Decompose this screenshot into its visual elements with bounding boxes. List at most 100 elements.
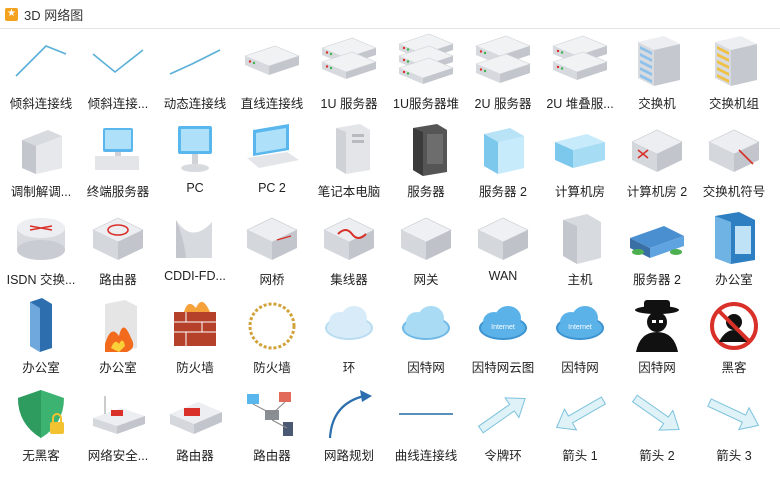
shape-item[interactable]: 计算机房 2	[618, 120, 696, 206]
shape-item[interactable]: 主机	[541, 208, 619, 294]
no-hacker-icon	[710, 302, 758, 350]
shape-item[interactable]: 无黑客	[2, 384, 80, 470]
shape-item[interactable]: 办公室	[695, 208, 773, 294]
shape-item[interactable]: 倾斜连接线	[2, 32, 80, 118]
shape-item-label: 路由器	[176, 449, 214, 463]
shape-item[interactable]: 网络安全...	[79, 384, 157, 470]
shape-item[interactable]: 令牌环	[464, 384, 542, 470]
shape-item-label: 终端服务器	[86, 185, 150, 199]
shape-item[interactable]: 网关	[387, 208, 465, 294]
2u-server-stack-icon	[552, 35, 608, 80]
shape-item-label: 令牌环	[484, 449, 522, 463]
shape-item-label: 集线器	[330, 273, 368, 287]
shape-item[interactable]: 交换机	[618, 32, 696, 118]
arrow-1-icon	[555, 396, 607, 431]
shape-item[interactable]: 办公室	[2, 296, 80, 382]
shape-item[interactable]: 笔记本电脑	[310, 120, 388, 206]
shape-item[interactable]: 箭头 1	[541, 384, 619, 470]
firewall-ring-icon	[248, 302, 296, 350]
shape-item-label: 笔记本电脑	[317, 185, 381, 199]
svg-text:Internet: Internet	[491, 324, 515, 331]
shape-item[interactable]: 计算机房	[541, 120, 619, 206]
shape-item-label: 服务器 2	[479, 185, 527, 199]
shape-item-label: 网桥	[259, 273, 285, 287]
shape-item[interactable]: 服务器 2	[618, 208, 696, 294]
shape-item[interactable]: 网路规划	[310, 384, 388, 470]
shape-item-label: 直线连接线	[240, 97, 304, 111]
shape-item[interactable]: Internet 因特网	[541, 296, 619, 382]
shape-item[interactable]: 曲线连接线	[387, 384, 465, 470]
slanted-connector-2-icon	[92, 49, 144, 74]
shape-item[interactable]: 路由器	[79, 208, 157, 294]
shape-item[interactable]: CDDI-FD...	[156, 208, 234, 294]
shape-item[interactable]: 1U 服务器	[310, 32, 388, 118]
shape-item-label: 倾斜连接线	[9, 97, 73, 111]
shape-item[interactable]: PC	[156, 120, 234, 206]
shape-item-label: 倾斜连接...	[87, 97, 149, 111]
shape-item[interactable]: 1U服务器堆	[387, 32, 465, 118]
shape-item[interactable]: 服务器	[387, 120, 465, 206]
shape-item[interactable]: 集线器	[310, 208, 388, 294]
shape-item[interactable]: ISDN 交换...	[2, 208, 80, 294]
1u-server-stack-icon	[398, 33, 454, 84]
svg-text:Internet: Internet	[568, 324, 592, 331]
wan-icon	[477, 217, 529, 260]
terminal-server-icon	[95, 128, 139, 170]
shape-item-label: 黑客	[721, 361, 747, 375]
token-ring-arrow-icon	[477, 397, 526, 434]
internet-cloud-label-icon: Internet	[479, 306, 527, 340]
shape-item[interactable]: 交换机组	[695, 32, 773, 118]
shape-item[interactable]: 网桥	[233, 208, 311, 294]
arrow-2-icon	[631, 394, 680, 431]
shape-item-label: 防火墙	[176, 361, 214, 375]
shape-item[interactable]: WAN	[464, 208, 542, 294]
router-box-icon	[170, 402, 222, 434]
shape-item[interactable]: 2U 堆叠服...	[541, 32, 619, 118]
shape-item[interactable]: 环	[310, 296, 388, 382]
shape-item-label: 箭头 3	[716, 449, 752, 463]
shape-item[interactable]: 倾斜连接...	[79, 32, 157, 118]
shape-item-label: 无黑客	[22, 449, 60, 463]
network-security-icon	[93, 396, 145, 434]
shape-item[interactable]: 因特网	[618, 296, 696, 382]
shape-item[interactable]: 2U 服务器	[464, 32, 542, 118]
shape-item[interactable]: 防火墙	[156, 296, 234, 382]
shape-item[interactable]: 箭头 3	[695, 384, 773, 470]
shape-item[interactable]: 路由器	[233, 384, 311, 470]
server-2-glass-icon	[484, 128, 524, 174]
shape-item[interactable]: 直线连接线	[233, 32, 311, 118]
router-cylinder-icon	[92, 217, 144, 260]
shape-item-label: 环	[342, 361, 356, 375]
shape-item-label: 因特网云图	[471, 361, 535, 375]
shape-item-label: 箭头 1	[562, 449, 598, 463]
library-header[interactable]: ★ 3D 网络图	[0, 0, 780, 29]
dynamic-connector-icon	[169, 49, 221, 75]
shape-item-label: ISDN 交换...	[6, 273, 76, 287]
modem-icon	[22, 130, 62, 174]
shape-item[interactable]: 防火墙	[233, 296, 311, 382]
office-tower-icon	[30, 298, 52, 352]
1u-server-icon	[321, 37, 377, 79]
shape-item[interactable]: PC 2	[233, 120, 311, 206]
shape-item-label: PC	[186, 181, 204, 195]
shape-item[interactable]: Internet 因特网云图	[464, 296, 542, 382]
shape-item[interactable]: 箭头 2	[618, 384, 696, 470]
mainframe-icon	[563, 214, 601, 264]
shape-item[interactable]: 服务器 2	[464, 120, 542, 206]
shape-item[interactable]: 终端服务器	[79, 120, 157, 206]
shape-item[interactable]: 黑客	[695, 296, 773, 382]
curve-connector-icon	[399, 413, 453, 415]
shape-item[interactable]: 动态连接线	[156, 32, 234, 118]
pc-2-icon	[247, 124, 299, 168]
shape-item-label: 1U 服务器	[320, 97, 378, 111]
shape-item[interactable]: 办公室	[79, 296, 157, 382]
shape-item-label: 服务器	[407, 185, 445, 199]
shape-item[interactable]: 因特网	[387, 296, 465, 382]
shape-item[interactable]: 调制解调...	[2, 120, 80, 206]
shape-item[interactable]: 交换机符号	[695, 120, 773, 206]
firewall-icon	[174, 301, 216, 346]
internet-cloud-2-icon: Internet	[556, 306, 604, 340]
hacker-icon	[635, 300, 679, 352]
shape-item-label: 服务器 2	[633, 273, 681, 287]
shape-item[interactable]: 路由器	[156, 384, 234, 470]
